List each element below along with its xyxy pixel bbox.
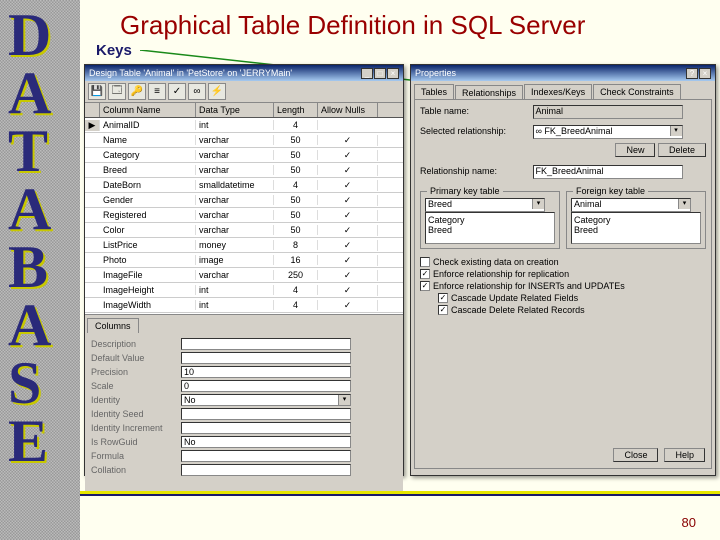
checkbox-row[interactable]: ✓Enforce relationship for INSERTs and UP… <box>420 281 706 291</box>
slide: DATABASE Graphical Table Definition in S… <box>0 0 720 540</box>
property-row: Scale0 <box>91 379 397 393</box>
checkbox-row[interactable]: ✓Enforce relationship for replication <box>420 269 706 279</box>
checkbox-row[interactable]: Check existing data on creation <box>420 257 706 267</box>
tab-checks[interactable]: Check Constraints <box>593 84 681 99</box>
window-title: Properties <box>415 68 456 78</box>
property-row: Identity Seed <box>91 407 397 421</box>
window-title: Design Table 'Animal' in 'PetStore' on '… <box>89 68 292 78</box>
property-row: Description <box>91 337 397 351</box>
table-row[interactable]: Photoimage16✓ <box>85 253 403 268</box>
close-icon[interactable]: × <box>699 68 711 79</box>
column-properties: DescriptionDefault ValuePrecision10Scale… <box>85 333 403 493</box>
chevron-down-icon[interactable]: ▾ <box>532 199 544 209</box>
tab-indexes[interactable]: Indexes/Keys <box>524 84 592 99</box>
page-number: 80 <box>682 515 696 530</box>
fk-columns-list[interactable]: CategoryBreed <box>571 212 701 244</box>
rel-name-field[interactable]: FK_BreedAnimal <box>533 165 683 179</box>
titlebar[interactable]: Design Table 'Animal' in 'PetStore' on '… <box>85 65 403 81</box>
tab-strip: Columns <box>85 314 403 333</box>
maximize-icon[interactable]: □ <box>374 68 386 79</box>
fk-group-label: Foreign key table <box>573 186 648 196</box>
index-icon[interactable]: ≡ <box>148 83 166 100</box>
property-row: Identity Increment <box>91 421 397 435</box>
properties-window: Properties ? × Tables Relationships Inde… <box>410 64 716 476</box>
selected-rel-dropdown[interactable]: ∞ FK_BreedAnimal▾ <box>533 125 683 139</box>
property-row: Default Value <box>91 351 397 365</box>
minimize-icon[interactable]: _ <box>361 68 373 79</box>
check-icon[interactable]: ✓ <box>168 83 186 100</box>
close-icon[interactable]: × <box>387 68 399 79</box>
table-row[interactable]: Registeredvarchar50✓ <box>85 208 403 223</box>
pk-group-label: Primary key table <box>427 186 503 196</box>
page-title: Graphical Table Definition in SQL Server <box>120 10 585 41</box>
rel-name-label: Relationship name: <box>420 166 530 176</box>
sidebar-letters: DATABASE <box>8 6 51 470</box>
table-row[interactable]: Breedvarchar50✓ <box>85 163 403 178</box>
checkbox-row[interactable]: ✓Cascade Update Related Fields <box>438 293 706 303</box>
property-row: Is RowGuidNo <box>91 435 397 449</box>
table-row[interactable]: ListPricemoney8✓ <box>85 238 403 253</box>
properties-icon[interactable]: 🗔 <box>108 83 126 100</box>
titlebar[interactable]: Properties ? × <box>411 65 715 81</box>
pk-table-dropdown[interactable]: Breed▾ <box>425 198 545 212</box>
property-row: IdentityNo▾ <box>91 393 397 407</box>
grid-header: Column Name Data Type Length Allow Nulls <box>85 103 403 118</box>
table-row[interactable]: ImageFilevarchar250✓ <box>85 268 403 283</box>
checkbox-row[interactable]: ✓Cascade Delete Related Records <box>438 305 706 315</box>
relation-icon[interactable]: ∞ <box>188 83 206 100</box>
grid-body[interactable]: ▶AnimalIDint4Namevarchar50✓Categoryvarch… <box>85 118 403 314</box>
table-row[interactable]: ▶AnimalIDint4 <box>85 118 403 133</box>
pk-columns-list[interactable]: CategoryBreed <box>425 212 555 244</box>
property-row: Formula <box>91 449 397 463</box>
footer-rule <box>80 491 720 496</box>
save-icon[interactable]: 💾 <box>88 83 106 100</box>
chevron-down-icon[interactable]: ▾ <box>670 126 682 136</box>
table-row[interactable]: ImageWidthint4✓ <box>85 298 403 313</box>
help-button[interactable]: Help <box>664 448 705 462</box>
properties-body: Table name: Animal Selected relationship… <box>414 99 712 469</box>
table-row[interactable]: Categoryvarchar50✓ <box>85 148 403 163</box>
tab-strip: Tables Relationships Indexes/Keys Check … <box>411 81 715 99</box>
key-icon[interactable]: 🔑 <box>128 83 146 100</box>
property-row: Collation <box>91 463 397 477</box>
tab-tables[interactable]: Tables <box>414 84 454 99</box>
table-row[interactable]: Colorvarchar50✓ <box>85 223 403 238</box>
trigger-icon[interactable]: ⚡ <box>208 83 226 100</box>
selected-rel-label: Selected relationship: <box>420 126 530 136</box>
tab-relationships[interactable]: Relationships <box>455 85 523 100</box>
table-row[interactable]: ImageHeightint4✓ <box>85 283 403 298</box>
property-row: Precision10 <box>91 365 397 379</box>
design-table-window: Design Table 'Animal' in 'PetStore' on '… <box>84 64 404 476</box>
delete-button[interactable]: Delete <box>658 143 706 157</box>
toolbar: 💾 🗔 🔑 ≡ ✓ ∞ ⚡ <box>85 81 403 103</box>
table-name-field: Animal <box>533 105 683 119</box>
help-icon[interactable]: ? <box>686 68 698 79</box>
keys-label: Keys <box>96 42 132 59</box>
new-button[interactable]: New <box>615 143 655 157</box>
tab-columns[interactable]: Columns <box>87 318 139 333</box>
close-button[interactable]: Close <box>613 448 658 462</box>
chevron-down-icon[interactable]: ▾ <box>678 199 690 209</box>
checkbox-group: Check existing data on creation ✓Enforce … <box>420 257 706 315</box>
fk-table-dropdown[interactable]: Animal▾ <box>571 198 691 212</box>
table-row[interactable]: Namevarchar50✓ <box>85 133 403 148</box>
table-row[interactable]: Gendervarchar50✓ <box>85 193 403 208</box>
table-name-label: Table name: <box>420 106 530 116</box>
table-row[interactable]: DateBornsmalldatetime4✓ <box>85 178 403 193</box>
